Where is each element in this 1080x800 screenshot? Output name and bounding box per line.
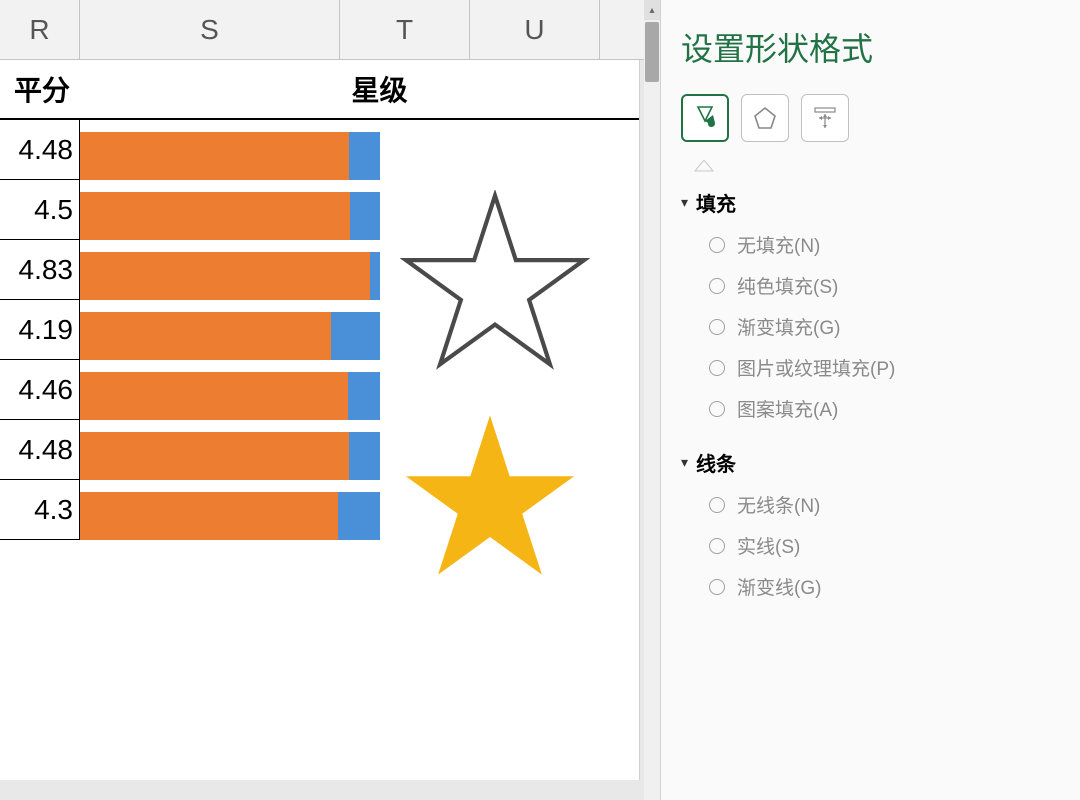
line-section-title: 线条: [696, 448, 736, 477]
score-column-header: 平分: [0, 69, 80, 109]
fill-none-option[interactable]: 无填充(N): [709, 231, 1060, 258]
tab-effects[interactable]: [741, 94, 789, 142]
tab-pointer: [689, 160, 1060, 172]
star-outline-shape[interactable]: [400, 190, 590, 370]
star-filled-shape[interactable]: [400, 410, 580, 580]
fill-section-title: 填充: [696, 188, 736, 217]
chart-header-row: 平分 星级: [0, 60, 639, 120]
score-value: 4.48: [0, 120, 80, 180]
radio-label: 无线条(N): [737, 491, 820, 518]
panel-tabs: [681, 94, 1060, 142]
radio-label: 渐变线(G): [737, 573, 821, 600]
radio-icon: [709, 360, 725, 376]
col-header-t[interactable]: T: [340, 0, 470, 59]
fill-options: 无填充(N) 纯色填充(S) 渐变填充(G) 图片或纹理填充(P) 图案填充(A…: [709, 231, 1060, 422]
column-headers-row: R S T U: [0, 0, 660, 60]
radio-icon: [709, 278, 725, 294]
radio-icon: [709, 319, 725, 335]
radio-label: 实线(S): [737, 532, 800, 559]
score-value: 4.19: [0, 300, 80, 360]
fill-section: ▾ 填充 无填充(N) 纯色填充(S) 渐变填充(G) 图片或纹理填充(P): [681, 188, 1060, 422]
vertical-scrollbar[interactable]: ▴: [644, 0, 660, 800]
line-none-option[interactable]: 无线条(N): [709, 491, 1060, 518]
worksheet-area: R S T U 平分 星级 4.48 4.5 4.83 4.19 4.46 4.…: [0, 0, 660, 800]
line-section-toggle[interactable]: ▾ 线条: [681, 448, 1060, 477]
line-options: 无线条(N) 实线(S) 渐变线(G): [709, 491, 1060, 600]
col-header-s[interactable]: S: [80, 0, 340, 59]
chevron-down-icon: ▾: [681, 454, 688, 471]
scroll-thumb[interactable]: [645, 22, 659, 82]
embedded-chart[interactable]: 平分 星级 4.48 4.5 4.83 4.19 4.46 4.48 4.3: [0, 60, 640, 780]
fill-solid-option[interactable]: 纯色填充(S): [709, 272, 1060, 299]
col-header-r[interactable]: R: [0, 0, 80, 59]
pentagon-icon: [751, 104, 779, 132]
tab-fill-line[interactable]: [681, 94, 729, 142]
radio-icon: [709, 538, 725, 554]
radio-label: 纯色填充(S): [737, 272, 838, 299]
score-value: 4.5: [0, 180, 80, 240]
line-section: ▾ 线条 无线条(N) 实线(S) 渐变线(G): [681, 448, 1060, 600]
fill-picture-option[interactable]: 图片或纹理填充(P): [709, 354, 1060, 381]
col-header-u[interactable]: U: [470, 0, 600, 59]
radio-icon: [709, 579, 725, 595]
star-column-header: 星级: [80, 69, 639, 109]
line-solid-option[interactable]: 实线(S): [709, 532, 1060, 559]
size-icon: [811, 104, 839, 132]
score-value: 4.83: [0, 240, 80, 300]
star-shapes: [400, 190, 590, 580]
radio-label: 图案填充(A): [737, 395, 838, 422]
paint-bucket-icon: [690, 103, 720, 133]
radio-icon: [709, 401, 725, 417]
tab-size[interactable]: [801, 94, 849, 142]
bar-row[interactable]: [80, 126, 639, 186]
line-gradient-option[interactable]: 渐变线(G): [709, 573, 1060, 600]
chevron-down-icon: ▾: [681, 194, 688, 211]
radio-label: 渐变填充(G): [737, 313, 840, 340]
fill-pattern-option[interactable]: 图案填充(A): [709, 395, 1060, 422]
radio-label: 无填充(N): [737, 231, 820, 258]
score-value: 4.3: [0, 480, 80, 540]
radio-label: 图片或纹理填充(P): [737, 354, 895, 381]
scroll-up-button[interactable]: ▴: [644, 0, 660, 20]
fill-gradient-option[interactable]: 渐变填充(G): [709, 313, 1060, 340]
radio-icon: [709, 497, 725, 513]
fill-section-toggle[interactable]: ▾ 填充: [681, 188, 1060, 217]
radio-icon: [709, 237, 725, 253]
score-column: 4.48 4.5 4.83 4.19 4.46 4.48 4.3: [0, 120, 80, 552]
score-value: 4.46: [0, 360, 80, 420]
panel-title: 设置形状格式: [681, 24, 1060, 70]
score-value: 4.48: [0, 420, 80, 480]
format-shape-panel: 设置形状格式: [660, 0, 1080, 800]
